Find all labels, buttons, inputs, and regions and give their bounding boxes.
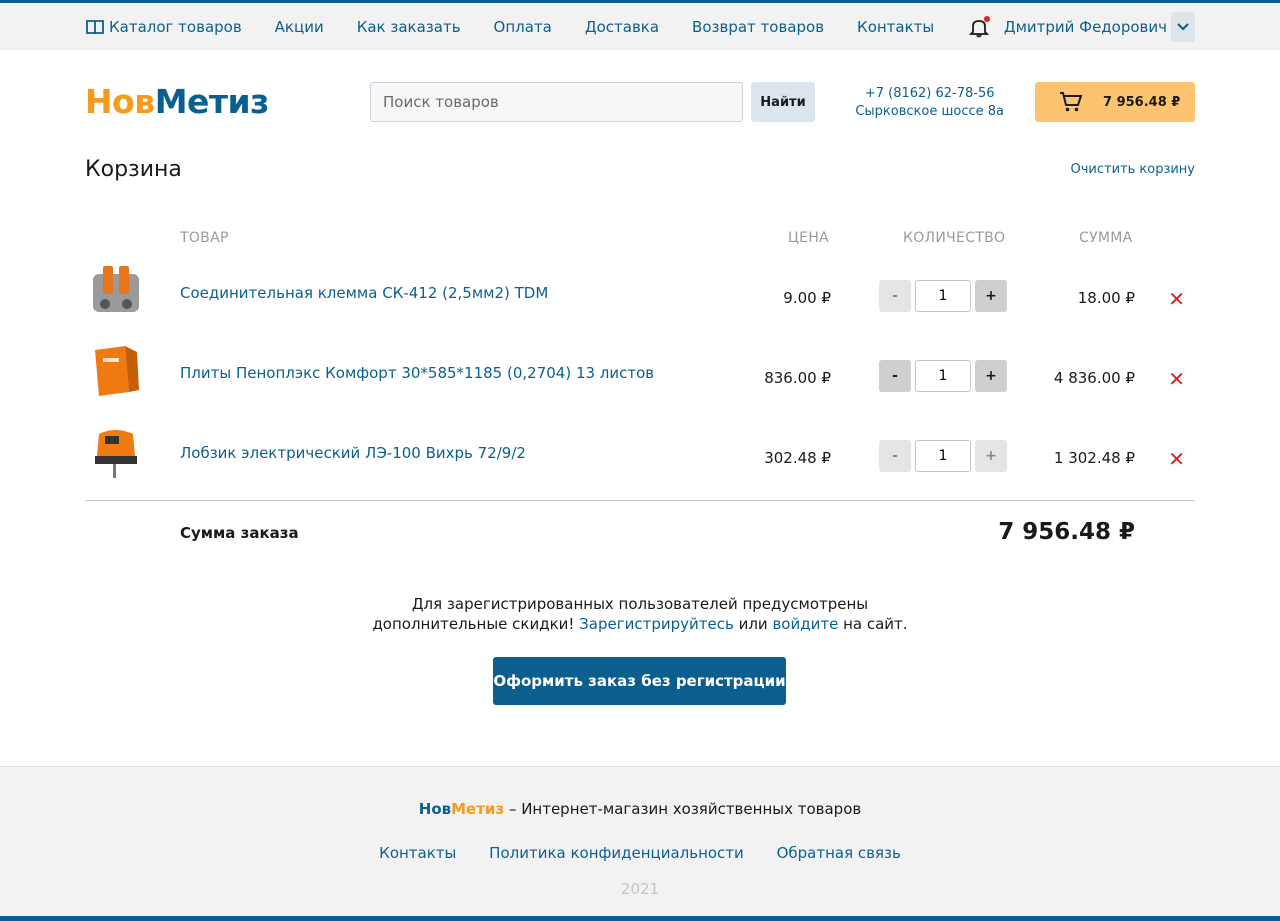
registration-note: Для зарегистрированных пользователей пре… <box>340 594 940 634</box>
clear-cart-link[interactable]: Очистить корзину <box>1070 162 1195 177</box>
page-title: Корзина <box>85 157 182 182</box>
nav-promotions[interactable]: Акции <box>275 18 324 36</box>
remove-item-icon[interactable]: ✕ <box>1168 287 1185 311</box>
cart-total: 7 956.48 ₽ <box>1103 94 1181 110</box>
search-input[interactable] <box>370 82 743 122</box>
product-image-clamp[interactable] <box>85 260 147 322</box>
order-total-label: Сумма заказа <box>180 524 299 542</box>
phone-link[interactable]: +7 (8162) 62-78-56 <box>855 85 1004 103</box>
nav-payment[interactable]: Оплата <box>494 18 552 36</box>
nav-catalog-label: Каталог товаров <box>109 17 242 36</box>
column-header-sum: СУММА <box>1079 230 1133 246</box>
table-divider <box>85 500 1195 501</box>
footer-link-privacy[interactable]: Политика конфиденциальности <box>489 844 744 862</box>
quantity-input[interactable] <box>915 440 971 472</box>
decrement-button[interactable]: - <box>879 280 911 312</box>
nav-catalog[interactable]: Каталог товаров <box>85 18 242 36</box>
decrement-button[interactable]: - <box>879 360 911 392</box>
footer-links: Контакты Политика конфиденциальности Обр… <box>0 844 1280 862</box>
book-icon <box>86 19 104 34</box>
cart-button[interactable]: 7 956.48 ₽ <box>1035 82 1195 122</box>
nav-how-to-order[interactable]: Как заказать <box>357 18 461 36</box>
contact-info: +7 (8162) 62-78-56 Сырковское шоссе 8а <box>855 85 1004 121</box>
note-line1: Для зарегистрированных пользователей пре… <box>411 595 869 613</box>
quantity-stepper: - + <box>879 280 1007 312</box>
footer: НовМетиз – Интернет-магазин хозяйственны… <box>0 766 1280 921</box>
chevron-down-icon <box>1177 22 1189 30</box>
notification-dot <box>983 15 990 22</box>
checkout-without-registration-button[interactable]: Оформить заказ без регистрации <box>493 657 786 705</box>
remove-item-icon[interactable]: ✕ <box>1168 367 1185 391</box>
notification-bell-icon[interactable] <box>968 15 990 38</box>
footer-year: 2021 <box>620 880 660 898</box>
user-name[interactable]: Дмитрий Федорович <box>1004 18 1167 36</box>
table-row: Плиты Пеноплэкс Комфорт 30*585*1185 (0,2… <box>85 340 1195 420</box>
search-button[interactable]: Найти <box>751 82 815 122</box>
decrement-button[interactable]: - <box>879 440 911 472</box>
site-logo[interactable]: НовМетиз <box>85 82 269 121</box>
product-name-link[interactable]: Плиты Пеноплэкс Комфорт 30*585*1185 (0,2… <box>180 364 654 382</box>
remove-item-icon[interactable]: ✕ <box>1168 447 1185 471</box>
quantity-input[interactable] <box>915 280 971 312</box>
login-link[interactable]: войдите <box>772 615 838 633</box>
nav-contacts[interactable]: Контакты <box>857 18 934 36</box>
bottom-accent-bar <box>0 916 1280 921</box>
footer-link-contacts[interactable]: Контакты <box>379 844 456 862</box>
table-row: Соединительная клемма СК-412 (2,5мм2) TD… <box>85 260 1195 340</box>
top-nav: Каталог товаров Акции Как заказать Оплат… <box>85 3 967 50</box>
product-price: 302.48 ₽ <box>764 449 831 467</box>
address-text: Сырковское шоссе 8а <box>855 104 1004 119</box>
footer-link-feedback[interactable]: Обратная связь <box>777 844 901 862</box>
order-total-value: 7 956.48 ₽ <box>998 519 1135 545</box>
line-sum: 18.00 ₽ <box>1077 289 1135 307</box>
user-menu-toggle[interactable] <box>1171 11 1195 42</box>
product-price: 9.00 ₽ <box>783 289 831 307</box>
product-name-link[interactable]: Соединительная клемма СК-412 (2,5мм2) TD… <box>180 284 548 302</box>
nav-delivery[interactable]: Доставка <box>585 18 659 36</box>
quantity-stepper: - + <box>879 440 1007 472</box>
line-sum: 1 302.48 ₽ <box>1053 449 1135 467</box>
user-area: Дмитрий Федорович <box>968 3 1195 50</box>
nav-returns[interactable]: Возврат товаров <box>692 18 824 36</box>
product-price: 836.00 ₽ <box>764 369 831 387</box>
quantity-stepper: - + <box>879 360 1007 392</box>
table-row: Лобзик электрический ЛЭ-100 Вихрь 72/9/2… <box>85 420 1195 500</box>
line-sum: 4 836.00 ₽ <box>1053 369 1135 387</box>
column-header-quantity: КОЛИЧЕСТВО <box>903 230 1006 246</box>
cart-icon <box>1060 92 1083 112</box>
increment-button[interactable]: + <box>975 280 1007 312</box>
register-link[interactable]: Зарегистрируйтесь <box>579 615 734 633</box>
note-line2: дополнительные скидки! Зарегистрируйтесь… <box>372 615 908 633</box>
increment-button[interactable]: + <box>975 360 1007 392</box>
top-bar: Каталог товаров Акции Как заказать Оплат… <box>0 0 1280 50</box>
quantity-input[interactable] <box>915 360 971 392</box>
increment-button[interactable]: + <box>975 440 1007 472</box>
product-name-link[interactable]: Лобзик электрический ЛЭ-100 Вихрь 72/9/2 <box>180 444 526 462</box>
product-image-insulation[interactable] <box>85 340 147 402</box>
column-header-product: ТОВАР <box>180 230 229 246</box>
footer-tagline: НовМетиз – Интернет-магазин хозяйственны… <box>418 800 862 818</box>
product-image-jigsaw[interactable] <box>85 420 147 482</box>
column-header-price: ЦЕНА <box>788 230 830 246</box>
